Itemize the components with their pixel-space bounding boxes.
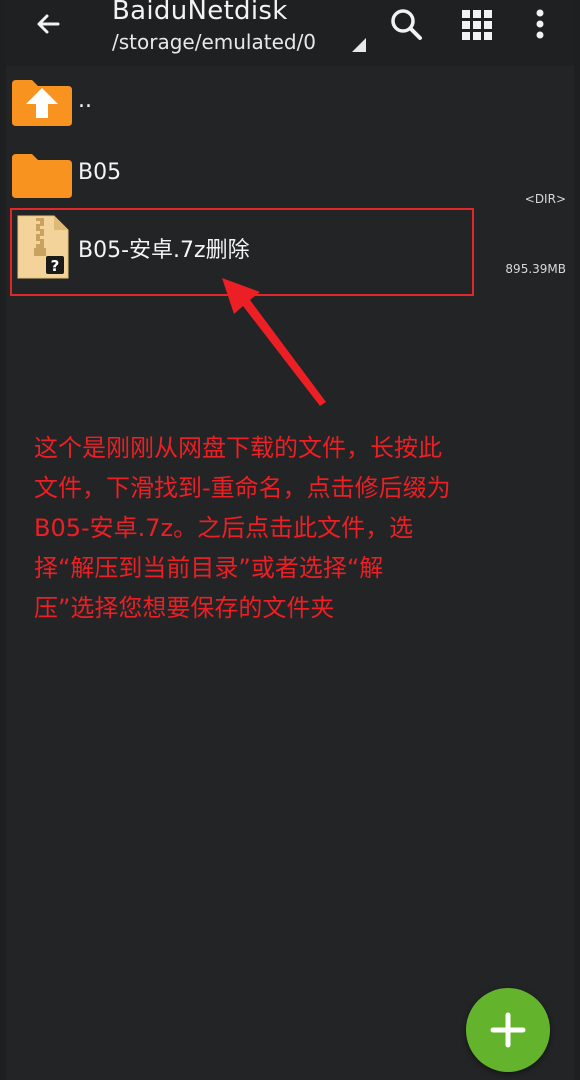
grid-view-icon[interactable] [458, 4, 498, 44]
annotation-text: 这个是刚刚从网盘下载的文件，长按此 文件，下滑找到-重命名，点击修后缀为 B05… [34, 434, 451, 622]
app-title: BaiduNetdisk [112, 0, 288, 26]
file-row-parent[interactable]: .. [6, 64, 574, 132]
path-dropdown-icon[interactable] [352, 38, 366, 52]
file-row-folder[interactable]: B05 <DIR> [6, 140, 574, 208]
file-size: 895.39MB [505, 262, 566, 276]
folder-icon [12, 154, 72, 198]
folder-up-icon [12, 80, 72, 126]
file-name: B05 [78, 160, 122, 185]
file-name: .. [78, 88, 92, 113]
add-fab-button[interactable] [466, 988, 550, 1072]
more-vert-icon[interactable] [520, 4, 560, 44]
file-meta: <DIR> [524, 192, 566, 206]
plus-icon [490, 1012, 526, 1048]
annotation-arrow-icon [222, 278, 326, 406]
current-path[interactable]: /storage/emulated/0 [112, 30, 316, 54]
back-arrow-icon[interactable] [32, 8, 64, 40]
search-icon[interactable] [386, 4, 426, 44]
